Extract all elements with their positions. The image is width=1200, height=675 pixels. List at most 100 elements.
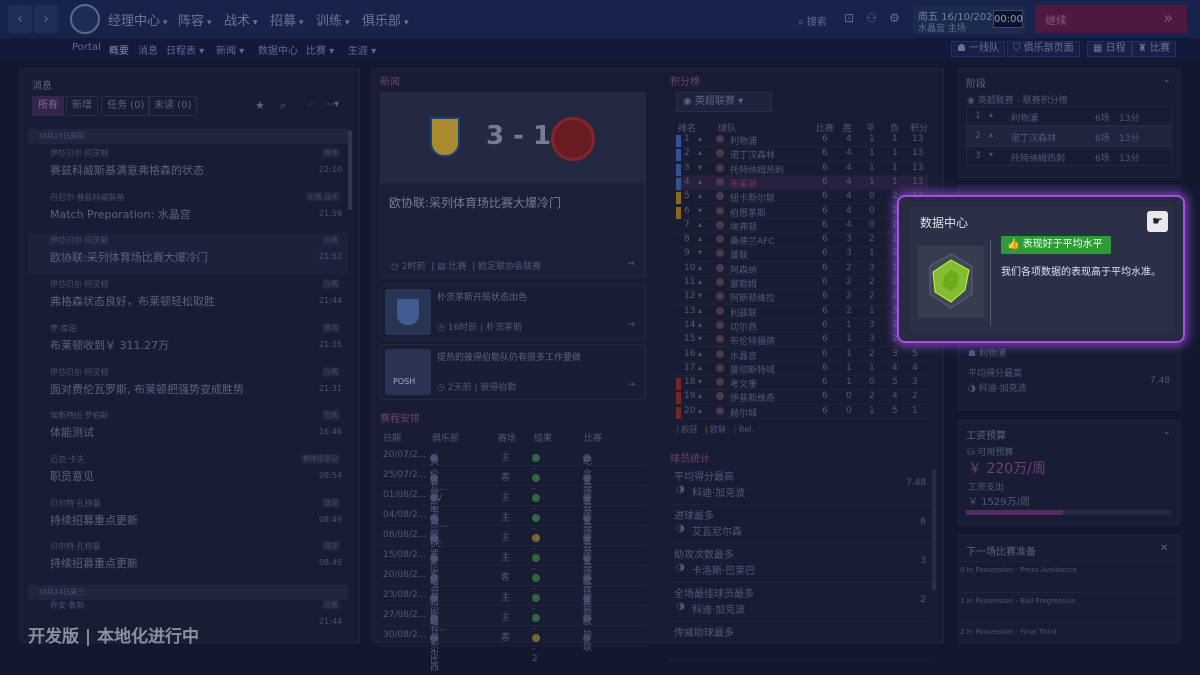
tab-all[interactable]: 所有 (32, 96, 64, 116)
league-table-row[interactable]: 1 ▴ 利物浦 6 4 1 1 13 (676, 133, 928, 148)
prep-item[interactable]: 0 In Possession - Press Avoidance (960, 561, 1176, 574)
continue-button[interactable]: 继续 » (1035, 5, 1187, 33)
league-table-row[interactable]: 4 ▴ 布莱顿 6 4 1 1 13 (676, 175, 928, 191)
tab-unread[interactable]: 未读 (0) (148, 96, 198, 116)
message-scrollbar[interactable] (348, 130, 352, 210)
message-item[interactable]: 迈克·卡夫 教练组意见 职员意见 08:54 (28, 452, 348, 494)
forward-button[interactable]: › (34, 5, 58, 33)
message-item[interactable]: 伊莎贝尔·阿灵顿 比赛 面对费伦瓦罗斯, 布莱顿把强势变成胜势 21:31 (28, 365, 348, 407)
message-item[interactable]: 贝尔特·孔特曼 球探 持续招募重点更新 08:45 (28, 539, 348, 581)
star-icon[interactable]: ★ (255, 99, 265, 112)
player-stat-row[interactable]: 全场最佳球员最多 ◑ 科迪·加克波 2 (670, 583, 932, 622)
subnav-portal[interactable]: Portal (72, 42, 101, 53)
subnav-career[interactable]: 生涯 ▾ (348, 42, 376, 57)
fixture-row[interactable]: 01/08/2...SV韦恩...主4 - 1友谊赛 (380, 486, 646, 533)
nav-recruitment[interactable]: 招募 ▾ (270, 10, 304, 29)
nav-club[interactable]: 俱乐部 ▾ (362, 10, 409, 29)
subnav-schedule[interactable]: 日程表 ▾ (166, 42, 204, 57)
club-page-button[interactable]: ⛉ 俱乐部页面 (1007, 41, 1080, 57)
prep-item[interactable]: 2 In Possession - Final Third (960, 623, 1176, 636)
message-item[interactable]: 伊莎贝尔·阿灵顿 比赛 欧协联:采列体育场比赛大爆冷门 21:52 (28, 233, 348, 276)
message-sender: 埃斯特班·罗伯斯 (50, 411, 109, 421)
message-item[interactable]: 埃斯特班·罗伯斯 伤病 体能测试 16:46 (28, 408, 348, 450)
message-item[interactable]: 贝尔特·孔特曼 球探 持续招募重点更新 08:49 (28, 496, 348, 538)
fixture-row[interactable]: 27/08/2...哈马尔比主2 - 1欧协联 (380, 606, 646, 666)
player-stat-row[interactable]: 传威助球最多 (670, 622, 932, 661)
search-icon[interactable]: ⌕ (280, 99, 286, 113)
chevron-down-icon[interactable]: ⌄ (1163, 427, 1171, 437)
league-table-row[interactable]: 3 ▾ 托特纳姆热刺 6 4 1 1 13 (676, 162, 928, 176)
subnav-matches[interactable]: 比赛 ▾ (306, 42, 334, 57)
more-options-icon[interactable]: ⋯▾ (324, 99, 339, 110)
league-table-row[interactable]: 11▴富勒姆62228 (676, 276, 928, 291)
subnav-news[interactable]: 新闻 ▾ (216, 42, 244, 57)
fixture-row[interactable]: 15/08/2...萨索洛主2 - 1友谊赛 (380, 546, 646, 593)
notification-icon[interactable]: ⚇ (866, 11, 877, 25)
league-table-row[interactable]: 8▴桑德兰AFC632111 (676, 233, 928, 248)
fixture-row[interactable]: 20/08/2...哈马尔比客1 - 3欧协联 (380, 566, 646, 626)
fixture-row[interactable]: 23/08/2...阿斯顿...主2 - 0英超 (380, 586, 646, 633)
league-table-row[interactable]: 13▴利兹联62137 (676, 305, 928, 319)
message-item[interactable]: 伊莎贝尔·阿灵顿 媒体 赛兹科威斯基满意弗格森的状态 22:10 (28, 146, 348, 188)
best-player-value: 7.48 (1150, 376, 1171, 386)
fixture-row[interactable]: 04/08/2...亚眠SC主4 - 1友谊赛 (380, 506, 646, 553)
fixture-row[interactable]: 25/07/2...普雷斯顿客0 - 2友谊赛 (380, 466, 646, 526)
stage-row[interactable]: 2 ▴ 诺丁汉森林 6场 13分 (966, 126, 1172, 146)
message-item[interactable]: 丹尼尔·普兹科威斯基 比赛 战术 Match Preporation: 水晶宫 21:… (28, 190, 348, 232)
league-table-row[interactable]: 19 ▴ 伊普斯维奇 6 0 2 4 2 (676, 390, 928, 405)
league-table-row[interactable]: 7▴埃弗顿640212 (676, 219, 928, 234)
message-item[interactable]: 李·库珀 赛事 布莱顿收到￥ 311.27万 21:35 (28, 321, 348, 363)
drawn: 1 (869, 305, 875, 316)
fixture-row[interactable]: 30/08/2... 切尔西客 0 - 2 (380, 626, 646, 673)
nav-training[interactable]: 训练 ▾ (316, 10, 350, 29)
tactics-icon[interactable]: ✕ (1160, 543, 1168, 554)
league-table-row[interactable]: 16 ▴ 水晶宫 6 1 2 3 5 (676, 348, 928, 362)
league-table-row[interactable]: 20 ▴ 赫尔城 6 0 1 5 1 (676, 405, 928, 419)
fixture-row[interactable]: 08/08/2...佛罗伦萨主1 - 1友谊赛 (380, 526, 646, 586)
tab-tasks[interactable]: 任务 (0) (101, 96, 151, 116)
nav-squad[interactable]: 阵容 ▾ (178, 10, 212, 29)
club-crest[interactable] (70, 4, 100, 34)
player-stat-row[interactable]: 助攻次数最多 ◑ 卡洛斯·巴莱巴 3 (670, 544, 932, 583)
league-table-row[interactable]: 5▴纽卡斯尔联640212 (676, 190, 928, 205)
competition-dropdown[interactable]: ◉ 英超联赛 ▾ (676, 92, 772, 112)
subnav-inbox[interactable]: 消息 (138, 42, 158, 57)
bookmark-icon[interactable]: ⊡ (844, 11, 854, 25)
player-stat-row[interactable]: 进球最多 ◑ 艾瓦尼尔森 6 (670, 505, 932, 544)
league-table-row[interactable]: 12▾阿斯顿维拉62228 (676, 290, 928, 305)
arrow-right-icon[interactable]: → (627, 259, 635, 269)
schedule-button[interactable]: ▦ 日程 (1087, 41, 1132, 57)
player-stat-row[interactable]: 平均得分最高 ◑ 科迪·加克波 7.48 (670, 466, 932, 505)
stage-row[interactable]: 3 ▾ 托特纳姆热刺 6场 13分 (966, 146, 1172, 166)
news-item[interactable]: POSH 提热的彼得伯勒队仍有很多工作要做 ◷ 2天前 | 彼得伯勒 → (380, 344, 646, 400)
league-table-row[interactable]: 6▾伯恩茅斯640212 (676, 205, 928, 219)
back-button[interactable]: ‹ (8, 5, 32, 33)
tab-new[interactable]: 新增 (66, 96, 98, 116)
match-button[interactable]: ♜ 比赛 (1132, 41, 1177, 57)
fixture-date: 23/08/2... (383, 590, 427, 600)
search-button[interactable]: ⌕ 搜索 (798, 13, 827, 28)
nav-tactics[interactable]: 战术 ▾ (224, 10, 258, 29)
league-table-row[interactable]: 18 ▾ 考文垂 6 1 0 5 3 (676, 376, 928, 391)
hand-cursor-icon[interactable]: ☛ (1147, 211, 1168, 232)
league-table-row[interactable]: 14▴切尔西61326 (676, 319, 928, 334)
hero-headline[interactable]: 欧协联:采列体育场比赛大爆冷门 (389, 194, 639, 211)
subnav-overview[interactable]: 概要 (109, 42, 129, 57)
stage-row[interactable]: 1 ▴ 利物浦 6场 13分 (966, 106, 1172, 126)
check-icon[interactable]: ✓ (307, 99, 315, 110)
subnav-data-hub[interactable]: 数据中心 (258, 42, 298, 57)
chevron-down-icon[interactable]: ⌄ (1163, 75, 1171, 85)
stats-scrollbar[interactable] (932, 470, 936, 590)
league-table-row[interactable]: 15▾布伦特福德61326 (676, 333, 928, 348)
nav-manager-center[interactable]: 经理中心 ▾ (108, 10, 168, 29)
league-table-row[interactable]: 2 ▴ 诺丁汉森林 6 4 1 1 13 (676, 147, 928, 162)
fixture-row[interactable]: 20/07/2...费伦瓦...主2 - 1纪念赛 (380, 446, 646, 493)
settings-gear-icon[interactable]: ⚙ (889, 11, 900, 25)
league-table-row[interactable]: 9▾曼联631210 (676, 247, 928, 262)
news-item[interactable]: 朴茨茅斯开局状态出色 ◷ 16时前 | 朴茨茅斯 → (380, 284, 646, 340)
prep-item[interactable]: 1 In Possession - Ball Progression (960, 592, 1176, 605)
league-table-row[interactable]: 17 ▴ 曼彻斯特城 6 1 1 4 4 (676, 362, 928, 377)
message-item[interactable]: 伊莎贝尔·阿灵顿 比赛 弗格森状态良好，布莱顿轻松取胜 21:44 (28, 277, 348, 319)
league-table-row[interactable]: 10▴阿森纳62319 (676, 262, 928, 276)
first-team-button[interactable]: ☗ 一线队 (951, 41, 1006, 57)
